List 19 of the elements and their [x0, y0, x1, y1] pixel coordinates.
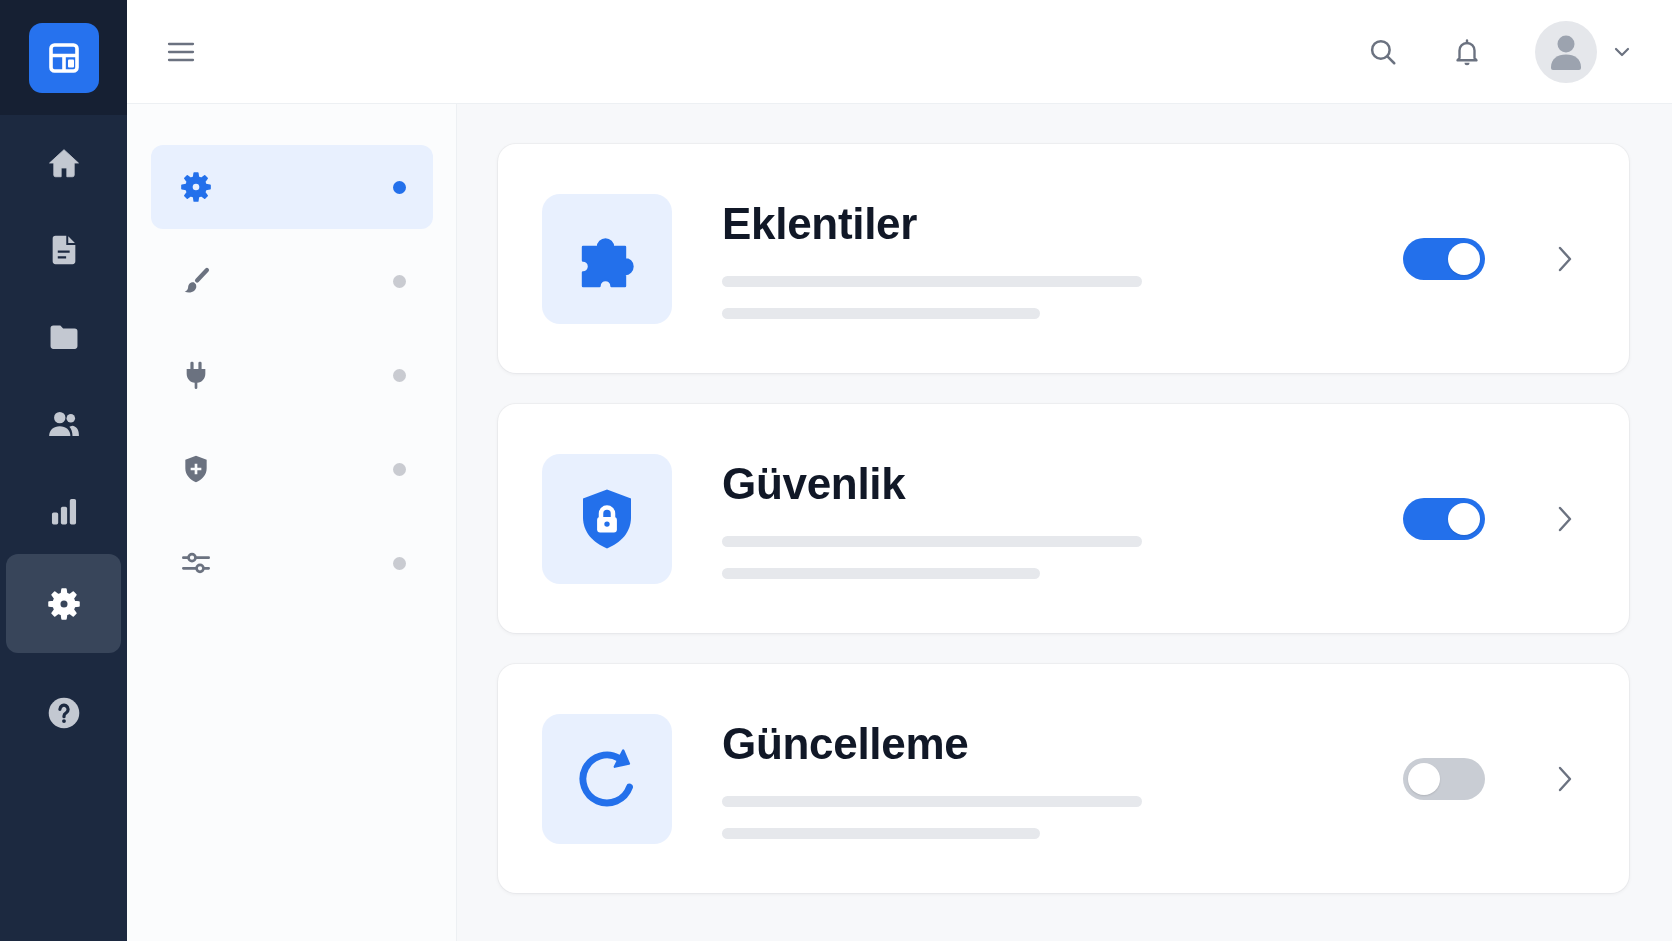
toggle-switch[interactable]: [1403, 237, 1485, 280]
setting-title: Eklentiler: [722, 197, 919, 250]
setting-title: Güvenlik: [722, 457, 907, 510]
toggle-switch[interactable]: [1403, 497, 1485, 540]
refresh-icon: [542, 713, 672, 844]
setting-title: Güncelleme: [722, 717, 970, 770]
chevron-right-icon[interactable]: [1557, 504, 1573, 533]
shield-lock-icon: [542, 453, 672, 584]
settings-nav-item[interactable]: [151, 145, 433, 229]
avatar-icon[interactable]: [1535, 20, 1597, 83]
help-icon[interactable]: [46, 695, 81, 730]
chevron-right-icon[interactable]: [1557, 764, 1573, 793]
caret-down-icon[interactable]: [1613, 45, 1631, 58]
toggle-switch[interactable]: [1403, 757, 1485, 800]
nav-button[interactable]: [6, 554, 121, 653]
settings-icon: [180, 171, 212, 203]
chevron-right-icon[interactable]: [1557, 244, 1573, 273]
puzzle-icon: [542, 193, 672, 324]
logo-icon[interactable]: [28, 22, 99, 93]
